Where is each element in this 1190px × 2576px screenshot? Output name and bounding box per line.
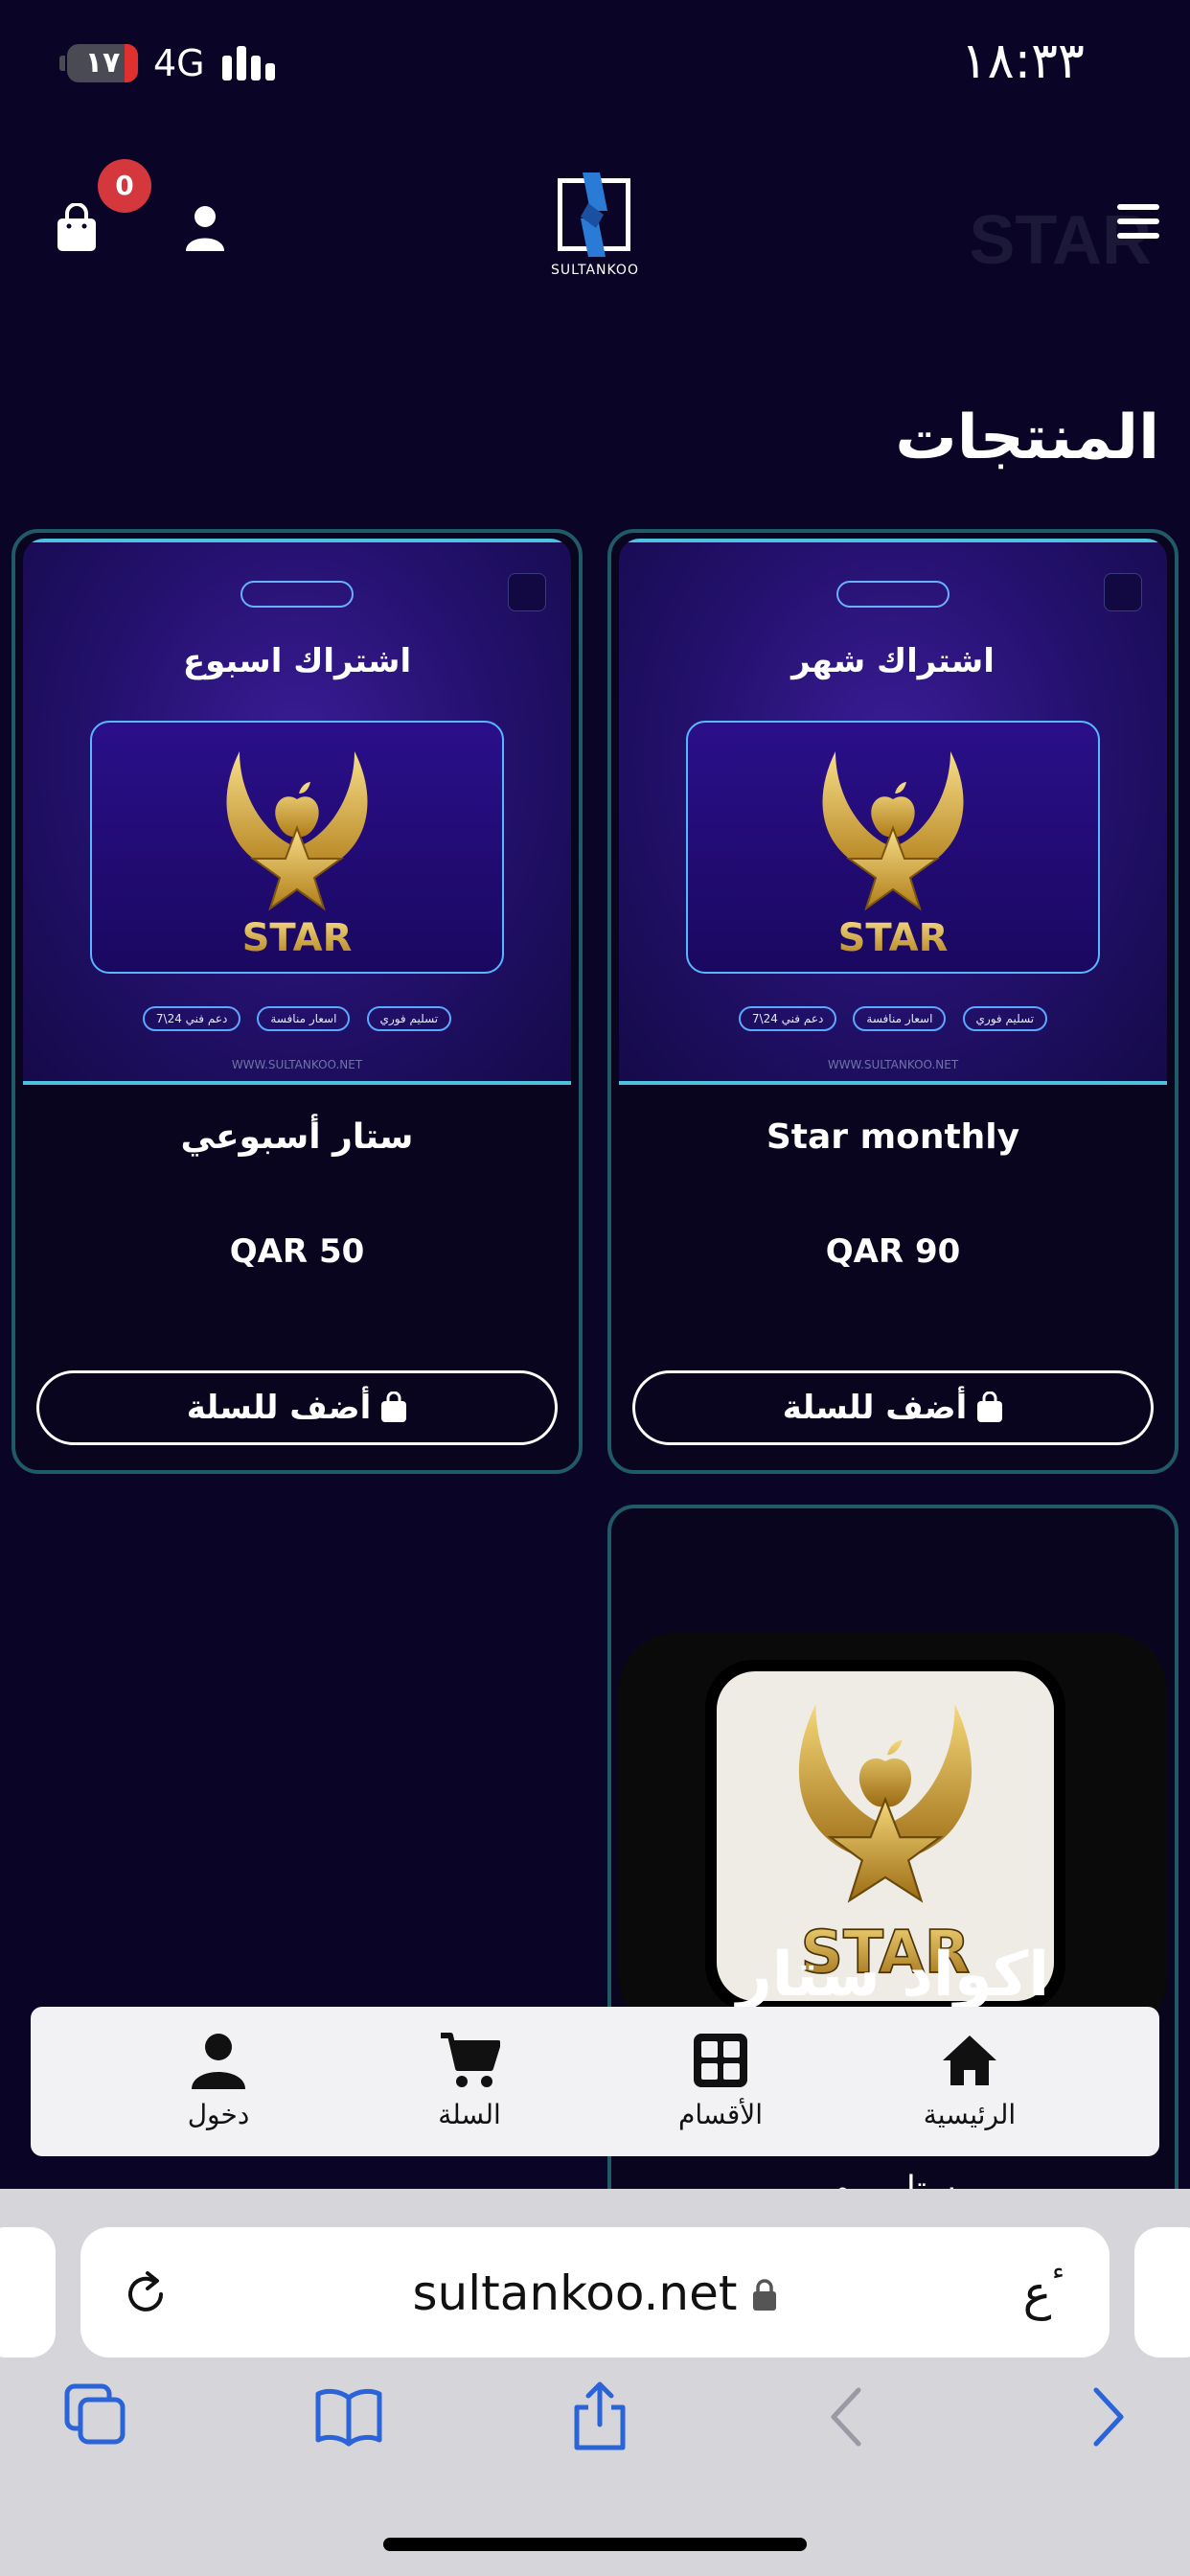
product-name[interactable]: ستار أسبوعي <box>15 1117 579 1157</box>
previous-tab-preview[interactable] <box>0 2227 56 2358</box>
image-chips: دعم فني 24\7 اسعار منافسة تسليم فوري <box>23 1006 571 1031</box>
battery-nub <box>59 56 65 71</box>
add-to-cart-label: أضف للسلة <box>782 1389 968 1427</box>
add-to-cart-button[interactable]: أضف للسلة <box>36 1370 558 1445</box>
back-icon[interactable] <box>811 2379 887 2455</box>
battery-level: ١٧ <box>84 46 121 80</box>
logo-mark-icon <box>581 172 607 257</box>
nav-home[interactable]: الرئيسية <box>883 2030 1056 2130</box>
cart-count-badge: 0 <box>98 159 151 213</box>
image-logo-icon <box>1104 573 1142 611</box>
emblem-text: STAR <box>838 916 949 960</box>
product-image[interactable]: اشتراك شهر STAR دعم فني 24\7 اسعار منافس… <box>619 539 1167 1085</box>
shopping-cart-icon <box>441 2033 500 2087</box>
hamburger-menu-icon[interactable] <box>1117 204 1159 241</box>
bag-icon <box>977 1392 1003 1422</box>
signal-icon <box>222 46 276 80</box>
nav-login[interactable]: دخول <box>132 2030 305 2130</box>
person-icon <box>192 2034 245 2089</box>
image-chip: تسليم فوري <box>962 1006 1048 1031</box>
bag-icon <box>381 1392 407 1422</box>
logo-text: SULTANKOO <box>551 263 639 278</box>
image-chips: دعم فني 24\7 اسعار منافسة تسليم فوري <box>619 1006 1167 1031</box>
image-chip: تسليم فوري <box>366 1006 452 1031</box>
nav-home-label: الرئيسية <box>923 2099 1017 2130</box>
clock: ١٨:٣٣ <box>960 33 1085 90</box>
nav-login-label: دخول <box>187 2099 250 2130</box>
image-chip: اسعار منافسة <box>257 1006 351 1031</box>
network-type: 4G <box>153 42 205 84</box>
status-bar: ١٧ 4G ١٨:٣٣ <box>0 0 1190 125</box>
star-emblem-icon: STAR <box>226 751 368 960</box>
user-account-icon[interactable] <box>184 205 226 251</box>
browser-chrome: sultankoo.net ٴع <box>0 2189 1190 2576</box>
home-indicator[interactable] <box>383 2538 807 2551</box>
address-bar[interactable]: sultankoo.net ٴع <box>80 2227 1110 2358</box>
image-chip: اسعار منافسة <box>853 1006 947 1031</box>
image-pill <box>240 581 354 608</box>
nav-categories[interactable]: الأقسام <box>634 2030 807 2130</box>
product-card[interactable]: اشتراك اسبوع STAR دعم فني 24\7 اسعار منا… <box>11 529 583 1474</box>
bookmarks-icon[interactable] <box>310 2379 387 2455</box>
url-display[interactable]: sultankoo.net <box>80 2266 1110 2321</box>
product-card[interactable]: STAR اكواد ستار ستار يوم <box>607 1505 1179 2271</box>
add-to-cart-button[interactable]: أضف للسلة <box>632 1370 1154 1445</box>
image-title: اشتراك شهر <box>791 642 995 680</box>
star-emblem-icon: STAR <box>822 751 964 960</box>
forward-icon[interactable] <box>1067 2379 1144 2455</box>
image-frame: STAR <box>90 721 504 974</box>
product-card[interactable]: اشتراك شهر STAR دعم فني 24\7 اسعار منافس… <box>607 529 1179 1474</box>
image-title: اكواد ستار <box>736 1940 1050 2011</box>
product-image[interactable]: اشتراك اسبوع STAR دعم فني 24\7 اسعار منا… <box>23 539 571 1085</box>
nav-categories-label: الأقسام <box>678 2099 763 2130</box>
nav-cart[interactable]: السلة <box>383 2030 556 2130</box>
add-to-cart-label: أضف للسلة <box>186 1389 372 1427</box>
next-tab-preview[interactable] <box>1134 2227 1190 2358</box>
bottom-navigation: الرئيسية الأقسام السلة دخول <box>31 2007 1159 2156</box>
home-icon <box>943 2036 996 2085</box>
image-chip: دعم فني 24\7 <box>142 1006 241 1031</box>
product-price: QAR 50 <box>229 1232 365 1271</box>
image-frame: STAR <box>686 721 1100 974</box>
image-logo-icon <box>508 573 546 611</box>
image-chip: دعم فني 24\7 <box>738 1006 837 1031</box>
image-pill <box>836 581 950 608</box>
grid-icon <box>694 2034 747 2087</box>
image-site-url: WWW.SULTANKOO.NET <box>827 1058 959 1071</box>
image-title: اشتراك اسبوع <box>182 642 412 680</box>
tabs-icon[interactable] <box>59 2379 136 2455</box>
product-name[interactable]: Star monthly <box>611 1117 1175 1157</box>
nav-cart-label: السلة <box>438 2099 501 2130</box>
battery-icon: ١٧ <box>67 44 138 82</box>
site-logo[interactable]: SULTANKOO <box>551 172 638 280</box>
emblem-text: STAR <box>242 916 353 960</box>
page-title: المنتجات <box>895 402 1159 473</box>
product-price: QAR 90 <box>825 1232 961 1271</box>
share-icon[interactable] <box>561 2379 638 2455</box>
cart-bag-icon[interactable] <box>56 203 98 251</box>
text-size-button[interactable]: ٴع <box>1023 2266 1065 2321</box>
image-site-url: WWW.SULTANKOO.NET <box>231 1058 363 1071</box>
lock-icon <box>752 2279 776 2311</box>
url-text: sultankoo.net <box>412 2266 738 2321</box>
